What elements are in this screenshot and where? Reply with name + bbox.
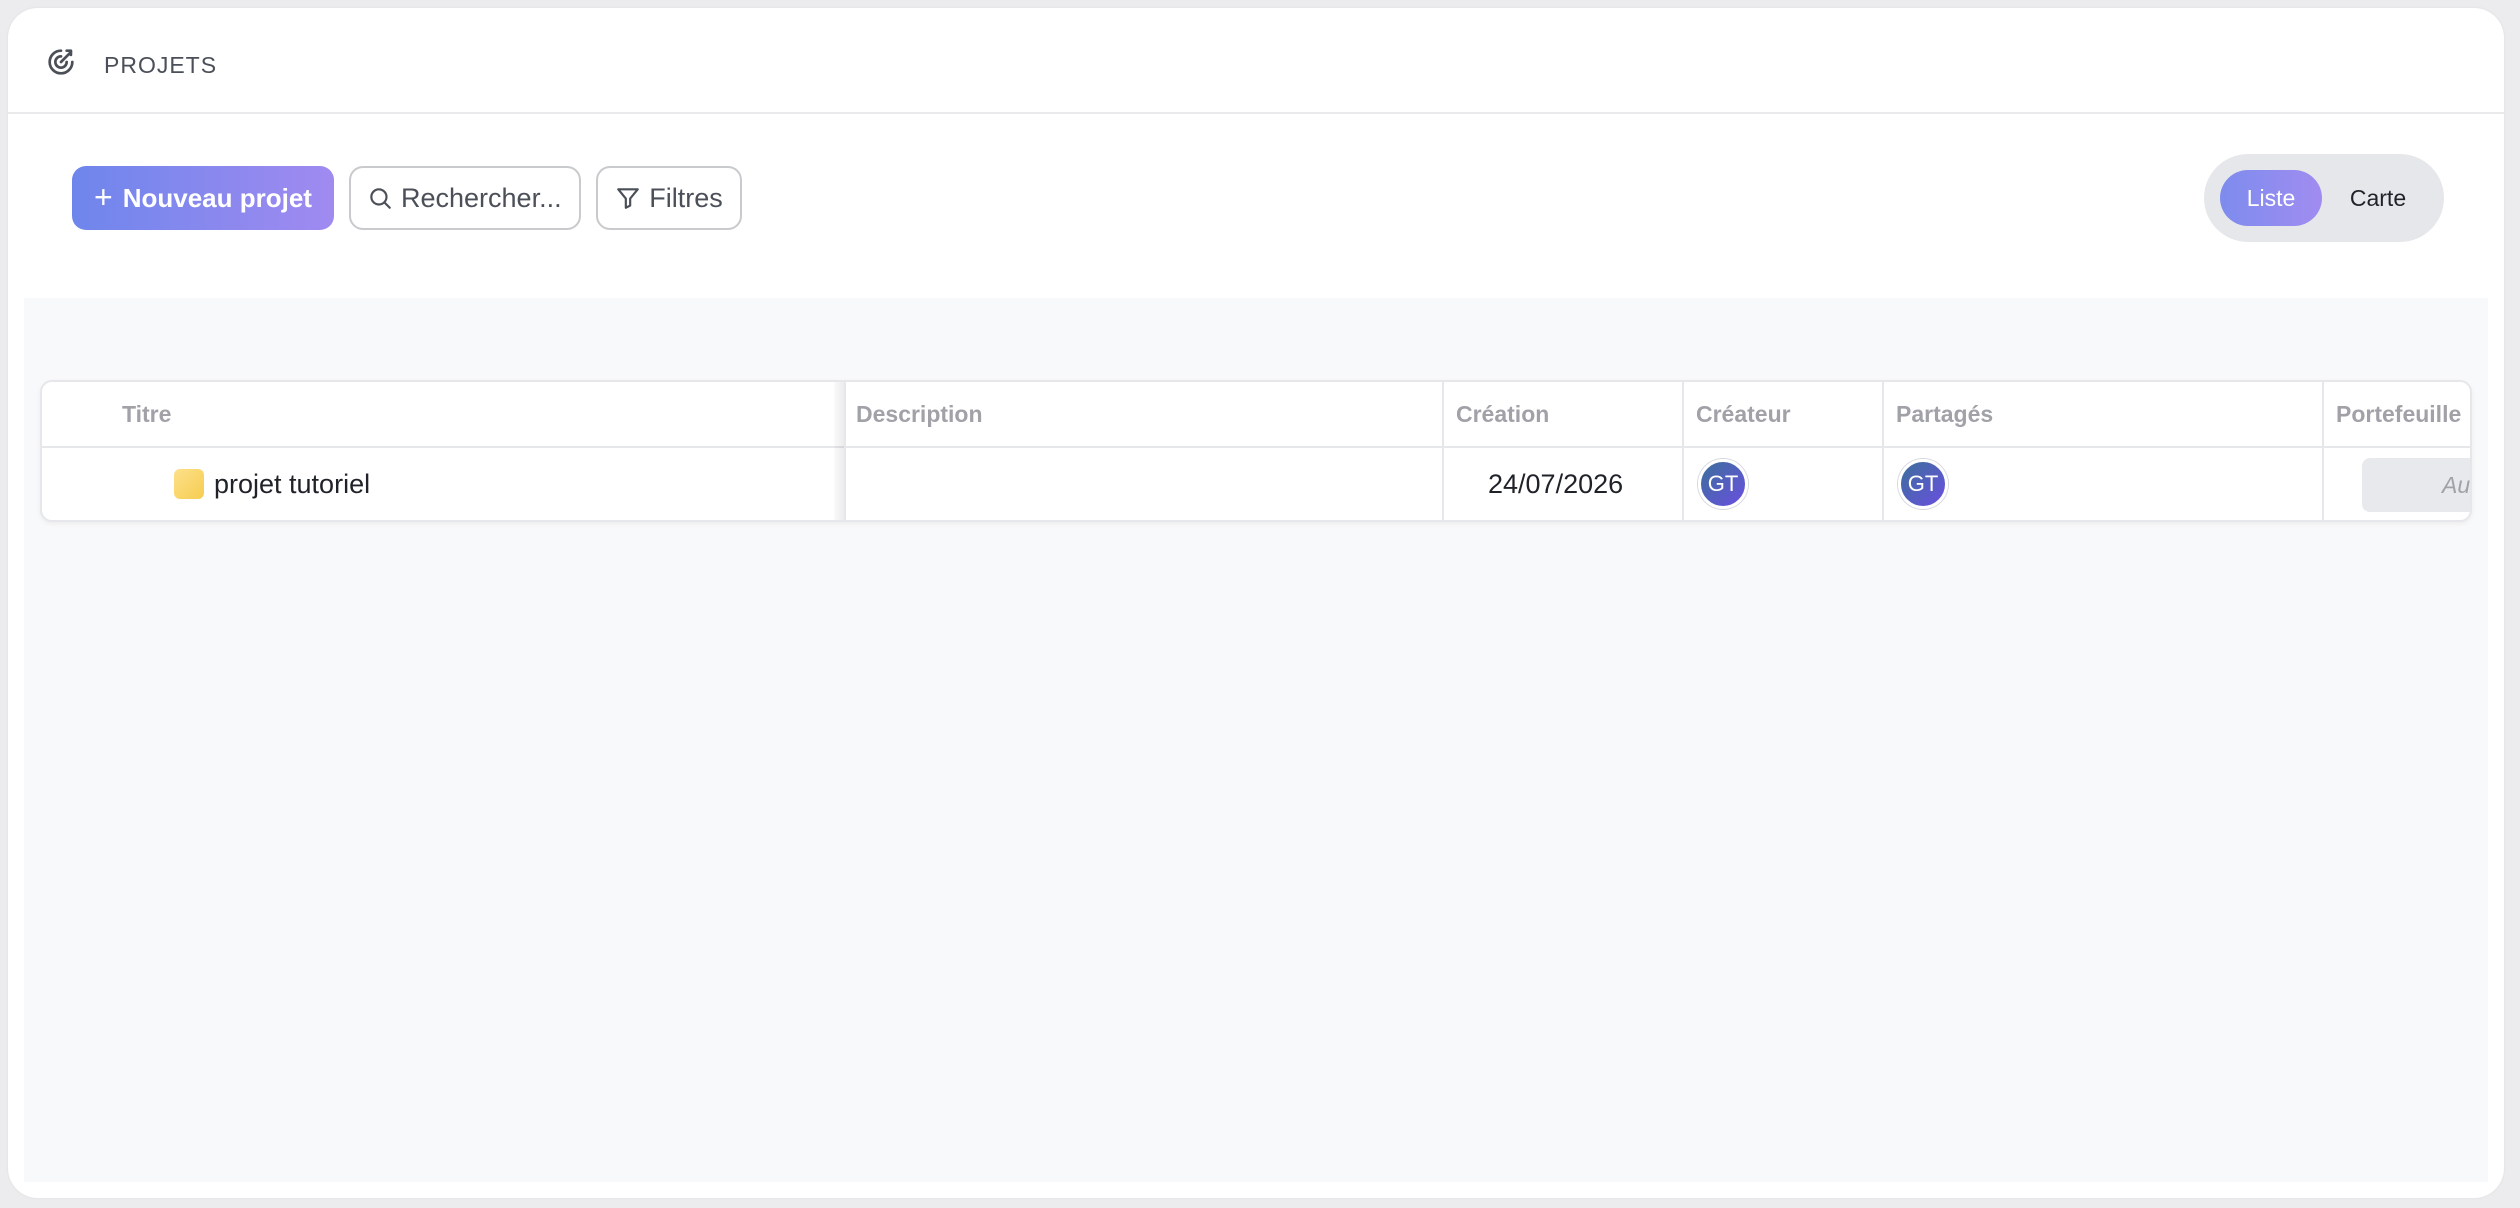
column-divider[interactable] (1442, 382, 1444, 520)
new-project-button[interactable]: + Nouveau projet (72, 166, 334, 230)
projects-table: Titre Description Création Créateur Part… (40, 380, 2472, 522)
cell-shared: GT (1898, 448, 1948, 520)
column-header-portfolio[interactable]: Portefeuille (2336, 382, 2461, 446)
column-header-created[interactable]: Création (1456, 382, 1549, 446)
search-icon (370, 188, 391, 209)
sticky-column-shadow (834, 382, 844, 520)
cell-created: 24/07/2026 (1488, 468, 1624, 499)
plus-icon: + (94, 178, 113, 215)
column-header-creator[interactable]: Créateur (1696, 382, 1791, 446)
column-divider[interactable] (844, 382, 846, 520)
column-header-title[interactable]: Titre (122, 382, 171, 446)
target-icon (48, 49, 74, 75)
column-divider[interactable] (2322, 382, 2324, 520)
column-header-description[interactable]: Description (856, 382, 983, 446)
search-box[interactable] (349, 166, 581, 230)
portfolio-chip[interactable]: Aucun (2362, 458, 2470, 512)
page-header: PROJETS (8, 8, 2504, 114)
search-input[interactable] (401, 182, 561, 214)
cell-title[interactable]: projet tutoriel (174, 448, 370, 520)
content-area: Titre Description Création Créateur Part… (24, 298, 2488, 1182)
project-color-swatch (174, 469, 204, 499)
view-option-card[interactable]: Carte (2328, 170, 2428, 226)
filters-label: Filtres (649, 182, 723, 213)
column-divider[interactable] (1882, 382, 1884, 520)
table-row[interactable]: projet tutoriel 24/07/2026 GT GT Aucun (42, 448, 2470, 520)
new-project-label: Nouveau projet (122, 182, 312, 213)
view-toggle: Liste Carte (2204, 154, 2444, 242)
page-title: PROJETS (104, 52, 218, 78)
avatar[interactable]: GT (1698, 459, 1748, 509)
table-header: Titre Description Création Créateur Part… (42, 382, 2470, 448)
column-divider[interactable] (1682, 382, 1684, 520)
column-header-shared[interactable]: Partagés (1896, 382, 1993, 446)
app-window: PROJETS + Nouveau projet Filtres Liste C… (8, 8, 2504, 1198)
cell-creator: GT (1698, 448, 1748, 520)
project-title: projet tutoriel (214, 468, 371, 499)
toolbar: + Nouveau projet Filtres Liste Carte (8, 116, 2504, 298)
view-option-list[interactable]: Liste (2220, 170, 2322, 226)
filter-icon (617, 188, 640, 209)
filters-button[interactable]: Filtres (596, 166, 742, 230)
avatar[interactable]: GT (1898, 459, 1948, 509)
